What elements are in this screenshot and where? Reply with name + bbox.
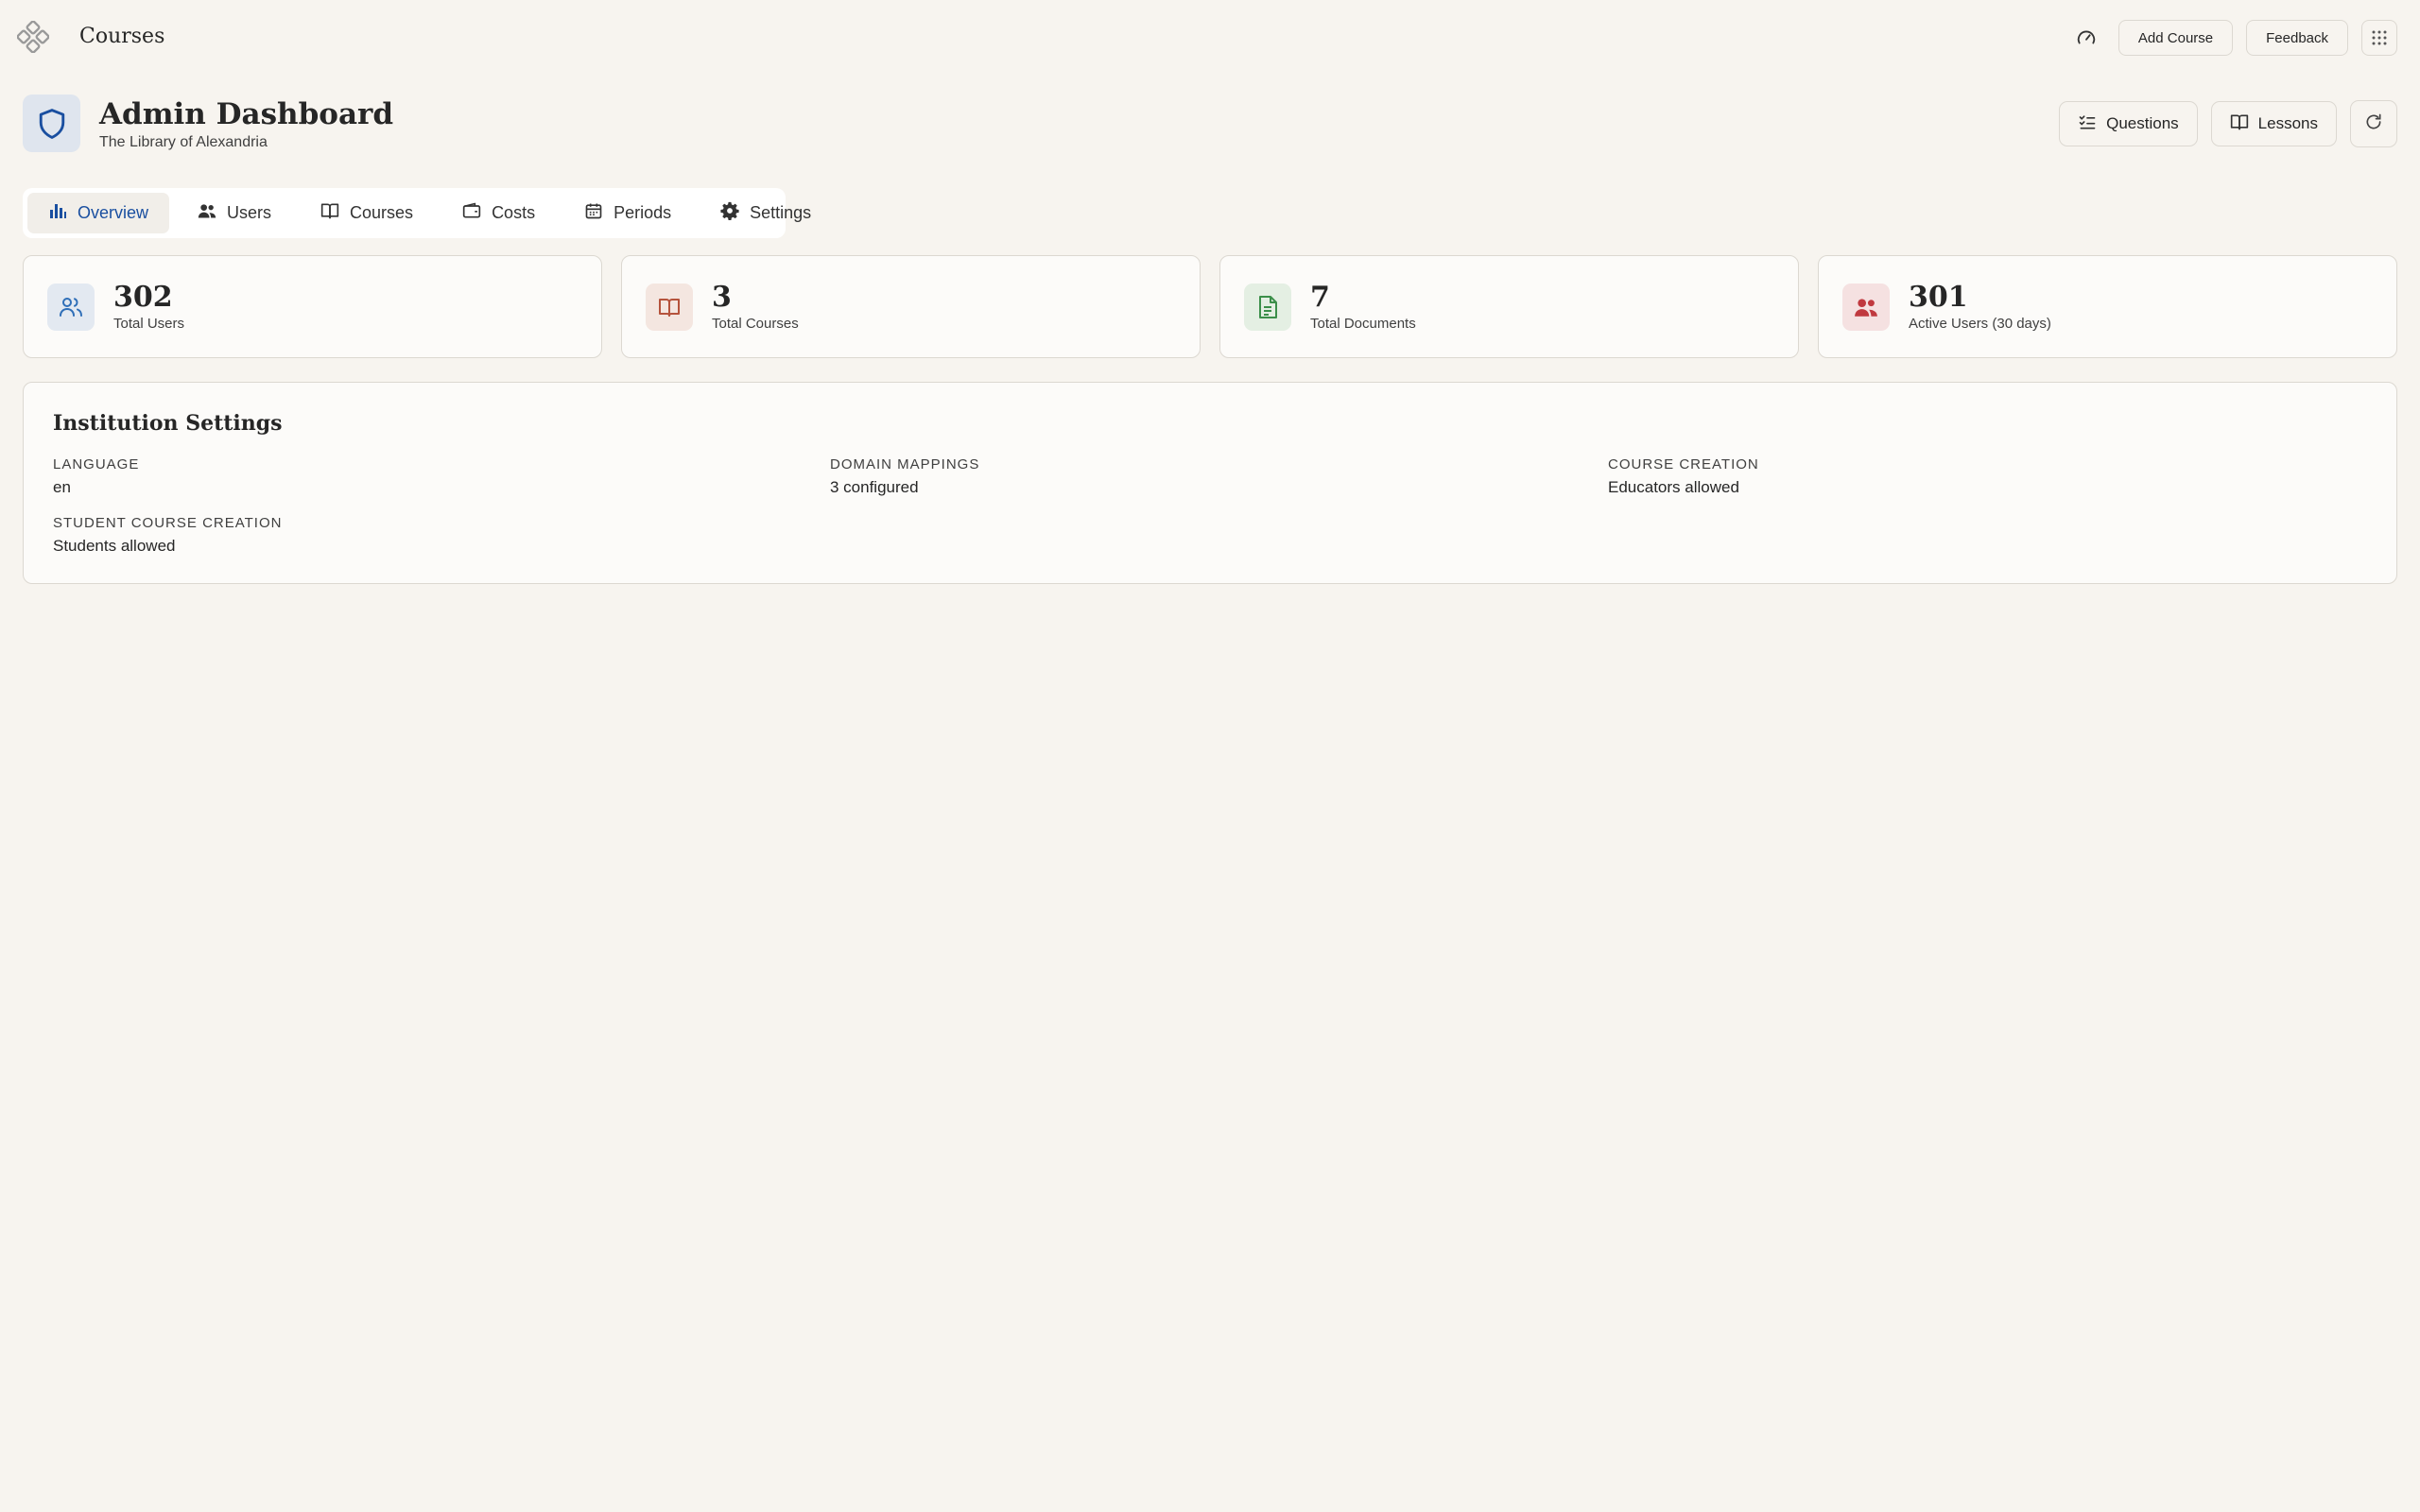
book-open-icon <box>646 283 693 331</box>
tab-label: Overview <box>78 203 149 222</box>
setting-value: 3 configured <box>830 478 919 496</box>
tab-label: Courses <box>350 203 414 222</box>
setting-value: Educators allowed <box>1608 478 1739 496</box>
questions-label: Questions <box>2106 114 2179 132</box>
refresh-icon <box>2364 112 2383 136</box>
tab-costs[interactable]: Costs <box>441 193 556 233</box>
dashboard-gauge-icon[interactable] <box>2067 19 2105 57</box>
stat-label: Total Courses <box>712 316 799 332</box>
section-title: Institution Settings <box>53 411 283 436</box>
questions-button[interactable]: Questions <box>2059 101 2198 146</box>
setting-language: LANGUAGE en <box>53 456 139 497</box>
tab-settings[interactable]: Settings <box>700 193 832 233</box>
tab-label: Costs <box>492 203 536 222</box>
stat-card-total-documents: 7 Total Documents <box>1219 255 1799 358</box>
setting-label: COURSE CREATION <box>1608 456 1759 472</box>
bar-chart-icon <box>48 201 67 225</box>
feedback-button[interactable]: Feedback <box>2246 20 2348 56</box>
checklist-icon <box>2078 112 2097 136</box>
stat-label: Total Documents <box>1310 316 1416 332</box>
stat-value: 7 <box>1310 281 1330 314</box>
stat-card-active-users: 301 Active Users (30 days) <box>1818 255 2397 358</box>
apps-grid-icon[interactable] <box>2361 20 2397 56</box>
stat-card-total-users: 302 Total Users <box>23 255 602 358</box>
stat-value: 3 <box>712 281 732 314</box>
gear-icon <box>720 201 739 225</box>
setting-course-creation: COURSE CREATION Educators allowed <box>1608 456 1759 497</box>
users-filled-icon <box>1842 283 1890 331</box>
add-course-button[interactable]: Add Course <box>2118 20 2234 56</box>
users-outline-icon <box>47 283 95 331</box>
tab-label: Periods <box>614 203 672 222</box>
stat-label: Active Users (30 days) <box>1909 316 2051 332</box>
book-icon <box>2230 112 2249 136</box>
stat-card-total-courses: 3 Total Courses <box>621 255 1201 358</box>
users-icon <box>198 202 216 224</box>
tab-overview[interactable]: Overview <box>27 193 170 233</box>
stat-label: Total Users <box>113 316 185 332</box>
lessons-button[interactable]: Lessons <box>2210 101 2337 146</box>
app-title: Courses <box>79 25 165 48</box>
institution-settings-card: Institution Settings LANGUAGE en DOMAIN … <box>23 382 2397 584</box>
stats-row: 302 Total Users 3 Total Courses 7 Total … <box>23 255 2397 358</box>
top-bar: Courses Add Course Feedback <box>0 0 2420 76</box>
app-logo-icon[interactable] <box>16 20 50 54</box>
tab-label: Settings <box>750 203 812 222</box>
stat-value: 302 <box>113 281 173 314</box>
wallet-icon <box>462 201 481 225</box>
lessons-label: Lessons <box>2257 114 2318 132</box>
document-icon <box>1244 283 1291 331</box>
setting-label: STUDENT COURSE CREATION <box>53 515 283 531</box>
setting-value: en <box>53 478 71 496</box>
page-header: Admin Dashboard The Library of Alexandri… <box>23 94 393 152</box>
tab-label: Users <box>227 203 272 222</box>
institution-name: The Library of Alexandria <box>99 133 268 150</box>
tab-periods[interactable]: Periods <box>563 193 692 233</box>
setting-value: Students allowed <box>53 537 176 555</box>
stat-value: 301 <box>1909 281 1968 314</box>
tab-users[interactable]: Users <box>177 193 292 233</box>
refresh-button[interactable] <box>2350 100 2397 147</box>
book-icon <box>320 201 339 225</box>
dashboard-tabs: Overview Users Courses Costs Periods Set… <box>23 188 811 238</box>
calendar-icon <box>584 201 603 225</box>
setting-domain-mappings: DOMAIN MAPPINGS 3 configured <box>830 456 979 497</box>
setting-student-course-creation: STUDENT COURSE CREATION Students allowed <box>53 515 282 556</box>
setting-label: DOMAIN MAPPINGS <box>830 456 980 472</box>
tab-courses[interactable]: Courses <box>300 193 434 233</box>
shield-icon <box>23 94 80 152</box>
setting-label: LANGUAGE <box>53 456 140 472</box>
page-title: Admin Dashboard <box>99 96 394 131</box>
